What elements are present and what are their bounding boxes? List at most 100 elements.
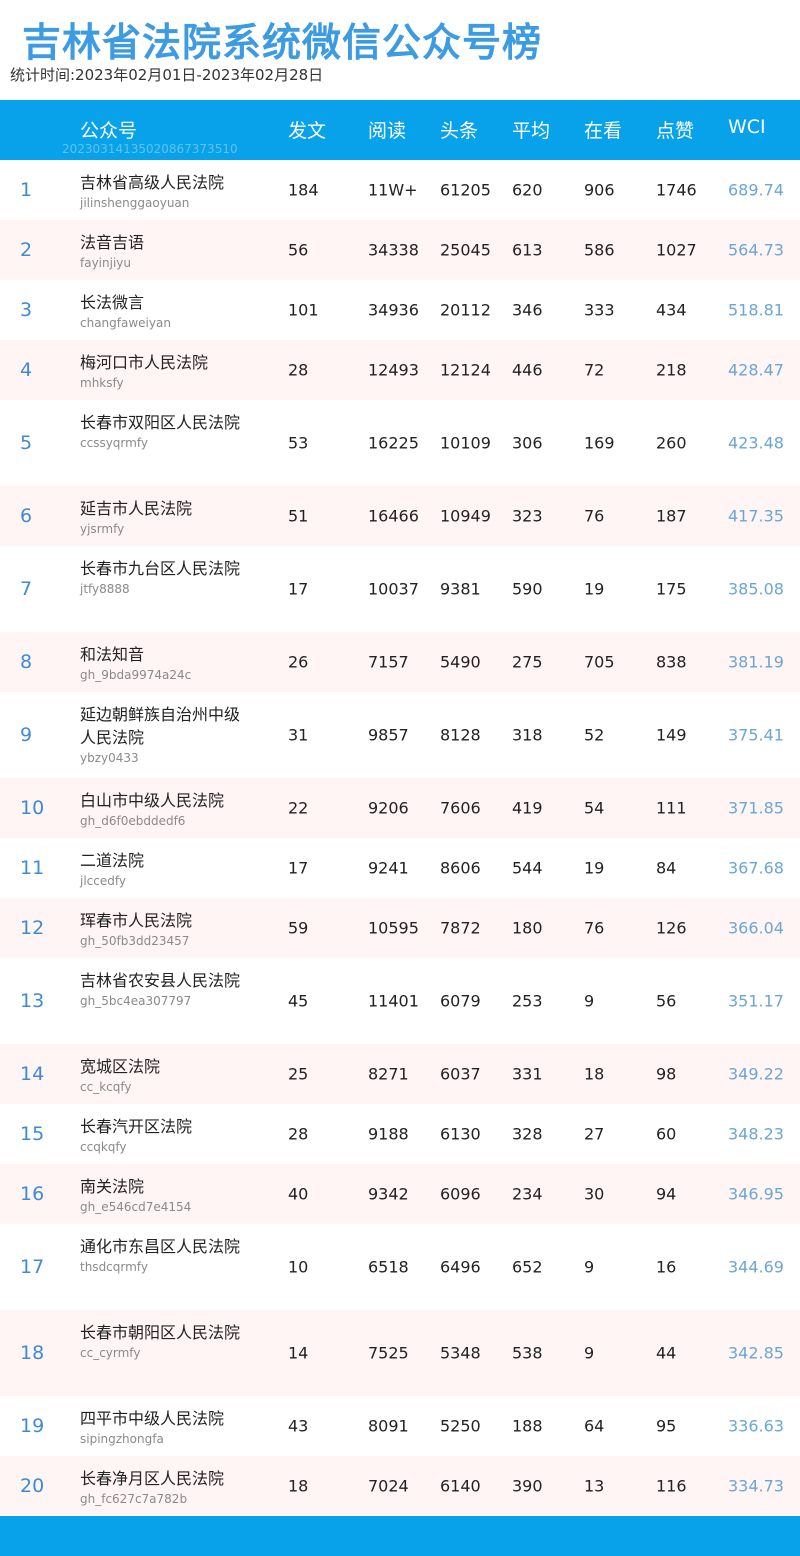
account-cell: 白山市中级人民法院 gh_d6f0ebddedf6 (80, 789, 240, 829)
likes-cell: 260 (656, 433, 687, 453)
posts-cell: 17 (288, 858, 309, 878)
account-id: yjsrmfy (80, 522, 125, 536)
rank-cell: 12 (20, 917, 45, 939)
account-id: jtfy8888 (80, 582, 130, 596)
wci-cell: 344.69 (728, 1257, 784, 1277)
looking-cell: 586 (584, 240, 615, 260)
headline-cell: 20112 (440, 300, 491, 320)
account-cell: 长春汽开区法院 ccqkqfy (80, 1115, 240, 1155)
table-row: 9 延边朝鲜族自治州中级人民法院 ybzy0433 31 9857 8128 318 52 14… (0, 692, 800, 778)
account-cell: 珲春市人民法院 gh_50fb3dd23457 (80, 909, 240, 949)
account-name: 吉林省高级人民法院 (80, 173, 225, 192)
looking-cell: 333 (584, 300, 615, 320)
likes-cell: 111 (656, 798, 687, 818)
account-cell: 二道法院 jlccedfy (80, 849, 240, 889)
account-cell: 四平市中级人民法院 sipingzhongfa (80, 1407, 240, 1447)
posts-cell: 31 (288, 725, 309, 745)
reads-cell: 12493 (368, 360, 419, 380)
reads-cell: 9342 (368, 1184, 409, 1204)
table-row: 6 延吉市人民法院 yjsrmfy 51 16466 10949 323 76 187 417.3… (0, 486, 800, 546)
table-row: 1 吉林省高级人民法院 jilinshenggaoyuan 184 11W+ 61205 6… (0, 160, 800, 220)
account-id: mhksfy (80, 376, 124, 390)
avg-cell: 613 (512, 240, 543, 260)
account-cell: 长春净月区人民法院 gh_fc627c7a782b (80, 1467, 240, 1507)
looking-cell: 72 (584, 360, 605, 380)
wci-cell: 428.47 (728, 360, 784, 380)
rank-cell: 17 (20, 1256, 45, 1278)
account-cell: 法音吉语 fayinjiyu (80, 231, 240, 271)
table-row: 13 吉林省农安县人民法院 gh_5bc4ea307797 45 11401 6079 25… (0, 958, 800, 1044)
looking-cell: 30 (584, 1184, 605, 1204)
account-name: 长春净月区人民法院 (80, 1469, 225, 1488)
account-name: 长春市九台区人民法院 (80, 559, 241, 578)
account-id: cc_cyrmfy (80, 1346, 141, 1360)
looking-cell: 52 (584, 725, 605, 745)
account-id: ccqkqfy (80, 1140, 127, 1154)
looking-cell: 54 (584, 798, 605, 818)
account-name: 延吉市人民法院 (80, 499, 193, 518)
table-row: 17 通化市东昌区人民法院 thsdcqrmfy 10 6518 6496 652 9 16 34… (0, 1224, 800, 1310)
table-row: 7 长春市九台区人民法院 jtfy8888 17 10037 9381 590 19 175 38… (0, 546, 800, 632)
table-row: 10 白山市中级人民法院 gh_d6f0ebddedf6 22 9206 7606 419 5… (0, 778, 800, 838)
table-row: 19 四平市中级人民法院 sipingzhongfa 43 8091 5250 188 64 9… (0, 1396, 800, 1456)
account-cell: 长春市九台区人民法院 jtfy8888 (80, 557, 240, 597)
table-row: 4 梅河口市人民法院 mhksfy 28 12493 12124 446 72 218 428.4… (0, 340, 800, 400)
headline-cell: 25045 (440, 240, 491, 260)
headline-cell: 6496 (440, 1257, 481, 1277)
likes-cell: 838 (656, 652, 687, 672)
reads-cell: 9206 (368, 798, 409, 818)
account-cell: 吉林省农安县人民法院 gh_5bc4ea307797 (80, 969, 240, 1009)
headline-cell: 9381 (440, 579, 481, 599)
avg-cell: 253 (512, 991, 543, 1011)
rank-cell: 4 (20, 359, 33, 381)
account-cell: 长春市双阳区人民法院 ccssyqrmfy (80, 411, 240, 451)
avg-cell: 652 (512, 1257, 543, 1277)
account-id: fayinjiyu (80, 256, 131, 270)
rank-cell: 16 (20, 1183, 45, 1205)
wci-cell: 689.74 (728, 180, 784, 200)
rank-cell: 18 (20, 1342, 45, 1364)
likes-cell: 44 (656, 1343, 677, 1363)
header-avg: 平均 (512, 120, 551, 142)
account-cell: 延边朝鲜族自治州中级人民法院 ybzy0433 (80, 703, 240, 766)
likes-cell: 116 (656, 1476, 687, 1496)
headline-cell: 5490 (440, 652, 481, 672)
wci-cell: 375.41 (728, 725, 784, 745)
account-id: gh_9bda9974a24c (80, 668, 192, 682)
avg-cell: 331 (512, 1064, 543, 1084)
header-likes: 点赞 (656, 120, 695, 142)
wci-cell: 518.81 (728, 300, 784, 320)
table-row: 3 长法微言 changfaweiyan 101 34936 20112 346 333 434… (0, 280, 800, 340)
footer-bar (0, 1516, 800, 1556)
reads-cell: 7024 (368, 1476, 409, 1496)
rank-cell: 13 (20, 990, 45, 1012)
header-looking: 在看 (584, 120, 623, 142)
headline-cell: 5250 (440, 1416, 481, 1436)
account-id: ybzy0433 (80, 751, 139, 765)
reads-cell: 16466 (368, 506, 419, 526)
rank-cell: 19 (20, 1415, 45, 1437)
rank-cell: 1 (20, 179, 33, 201)
account-cell: 通化市东昌区人民法院 thsdcqrmfy (80, 1235, 240, 1275)
posts-cell: 18 (288, 1476, 309, 1496)
avg-cell: 590 (512, 579, 543, 599)
ranking-table-body: 1 吉林省高级人民法院 jilinshenggaoyuan 184 11W+ 61205 6… (0, 160, 800, 1516)
posts-cell: 26 (288, 652, 309, 672)
headline-cell: 8128 (440, 725, 481, 745)
avg-cell: 544 (512, 858, 543, 878)
wci-cell: 417.35 (728, 506, 784, 526)
avg-cell: 188 (512, 1416, 543, 1436)
headline-cell: 6037 (440, 1064, 481, 1084)
likes-cell: 94 (656, 1184, 677, 1204)
account-cell: 梅河口市人民法院 mhksfy (80, 351, 240, 391)
account-cell: 长春市朝阳区人民法院 cc_cyrmfy (80, 1321, 240, 1361)
rank-cell: 14 (20, 1063, 45, 1085)
posts-cell: 17 (288, 579, 309, 599)
posts-cell: 10 (288, 1257, 309, 1277)
avg-cell: 346 (512, 300, 543, 320)
reads-cell: 7157 (368, 652, 409, 672)
reads-cell: 10595 (368, 918, 419, 938)
reads-cell: 10037 (368, 579, 419, 599)
rank-cell: 2 (20, 239, 33, 261)
headline-cell: 6079 (440, 991, 481, 1011)
